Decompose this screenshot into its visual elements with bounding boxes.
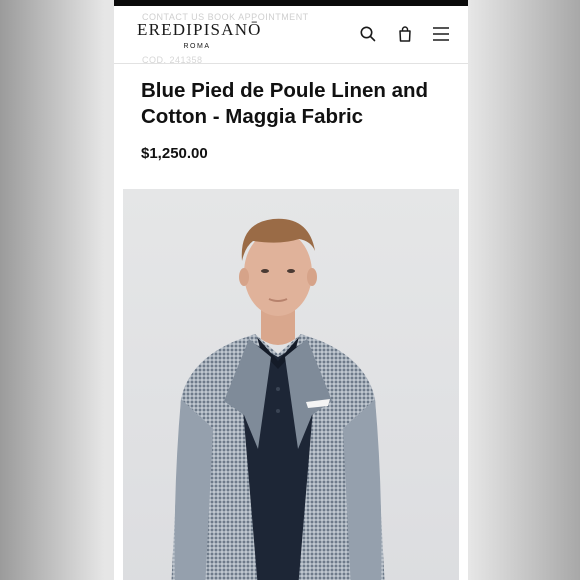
- search-icon[interactable]: [358, 24, 378, 44]
- product-image[interactable]: [123, 189, 459, 580]
- menu-icon[interactable]: [431, 24, 451, 44]
- bag-icon[interactable]: [395, 24, 415, 44]
- product-title: Blue Pied de Poule Linen and Cotton - Ma…: [141, 79, 429, 128]
- product-page: CONTACT US BOOK APPOINTMENT EREDIPISANŌ …: [114, 0, 468, 580]
- product-price: $1,250.00: [141, 145, 208, 162]
- brand-logo[interactable]: EREDIPISANŌ ROMA: [137, 20, 262, 50]
- brand-subtitle: ROMA: [183, 43, 211, 50]
- brand-name: EREDIPISANŌ: [137, 20, 262, 39]
- product-code: COD. 241358: [142, 55, 203, 65]
